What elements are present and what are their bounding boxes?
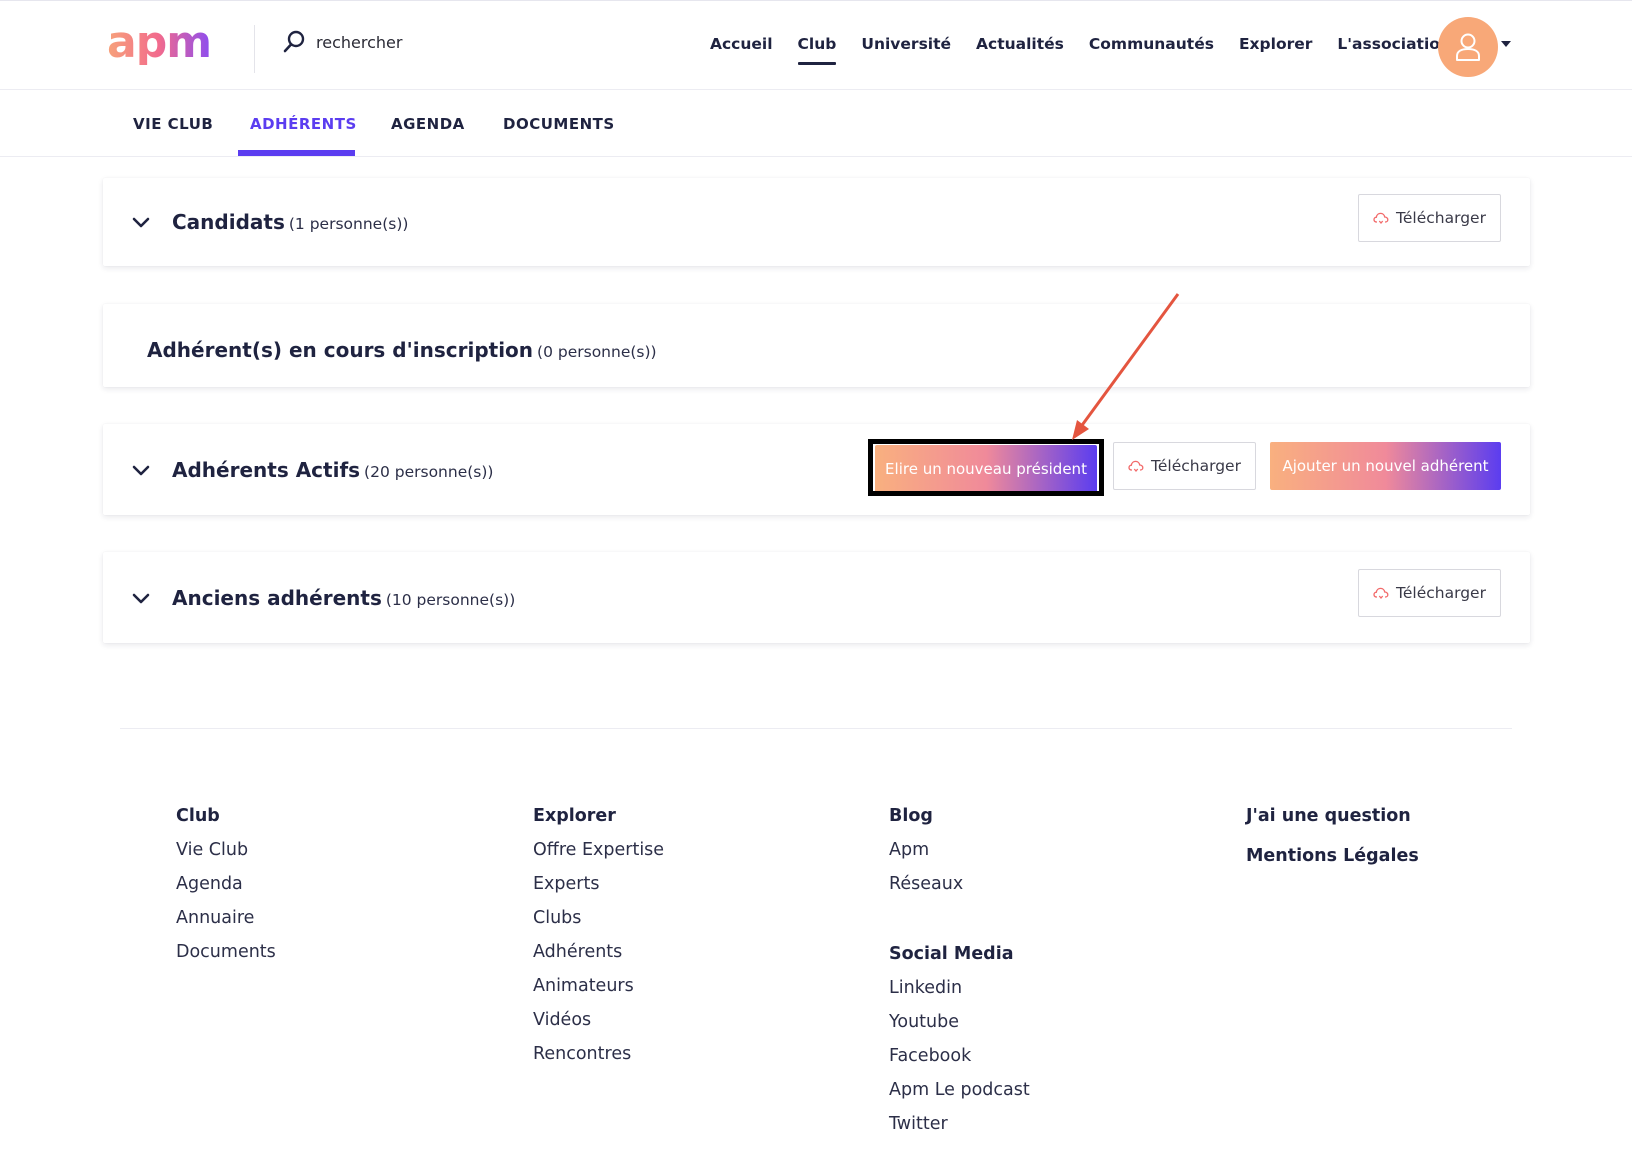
tab-agenda[interactable]: AGENDA	[391, 115, 465, 133]
chevron-down-icon[interactable]	[1501, 41, 1511, 47]
section-count: (20 personne(s))	[364, 463, 494, 481]
footer-legal-link[interactable]: Mentions Légales	[1246, 846, 1419, 880]
footer-link[interactable]: Adhérents	[533, 942, 664, 976]
tab-documents[interactable]: DOCUMENTS	[503, 115, 615, 133]
active-tab-indicator	[238, 150, 355, 156]
download-button[interactable]: Télécharger	[1358, 194, 1501, 242]
footer-link[interactable]: Animateurs	[533, 976, 664, 1010]
footer-link[interactable]: Clubs	[533, 908, 664, 942]
download-label: Télécharger	[1151, 457, 1241, 475]
section-count: (1 personne(s))	[288, 215, 409, 233]
footer-col-info: J'ai une question Mentions Légales	[1246, 806, 1419, 880]
footer-question-link[interactable]: J'ai une question	[1246, 806, 1419, 846]
footer-link[interactable]: Linkedin	[889, 978, 1030, 1012]
footer-link[interactable]: Experts	[533, 874, 664, 908]
search-input[interactable]: rechercher	[316, 33, 402, 52]
footer-divider	[120, 728, 1512, 729]
chevron-down-icon[interactable]	[131, 464, 151, 478]
section-title-text: Anciens adhérents	[172, 586, 382, 610]
nav-communautes[interactable]: Communautés	[1089, 35, 1214, 65]
user-icon	[1456, 33, 1480, 61]
nav-universite[interactable]: Université	[861, 35, 951, 65]
footer-heading: Social Media	[889, 944, 1014, 964]
search-icon	[283, 30, 305, 53]
footer-link[interactable]: Vie Club	[176, 840, 276, 874]
add-member-button[interactable]: Ajouter un nouvel adhérent	[1270, 442, 1501, 490]
top-header: apm rechercher Accueil Club Université A…	[0, 0, 1632, 90]
apm-logo[interactable]: apm	[107, 21, 212, 65]
footer-link[interactable]: Vidéos	[533, 1010, 664, 1044]
footer-col-club: Club Vie Club Agenda Annuaire Documents	[176, 806, 276, 976]
section-count: (10 personne(s))	[385, 591, 516, 609]
footer-heading: Explorer	[533, 806, 616, 826]
section-anciens: Anciens adhérents (10 personne(s)) Téléch…	[103, 552, 1530, 643]
download-label: Télécharger	[1396, 209, 1486, 227]
download-button[interactable]: Télécharger	[1113, 442, 1256, 490]
footer-spacer	[889, 908, 1030, 944]
tab-adherents[interactable]: ADHÉRENTS	[250, 115, 357, 133]
footer-link[interactable]: Agenda	[176, 874, 276, 908]
section-title: Adhérent(s) en cours d'inscription (0 per…	[147, 338, 657, 362]
footer-heading: Blog	[889, 806, 933, 826]
section-title: Candidats (1 personne(s))	[172, 210, 408, 234]
section-title: Adhérents Actifs (20 personne(s))	[172, 458, 493, 482]
footer-link[interactable]: Facebook	[889, 1046, 1030, 1080]
footer-link[interactable]: Documents	[176, 942, 276, 976]
footer-link[interactable]: Youtube	[889, 1012, 1030, 1046]
section-title: Anciens adhérents (10 personne(s))	[172, 586, 515, 610]
section-en-cours: Adhérent(s) en cours d'inscription (0 per…	[103, 304, 1530, 387]
cloud-download-icon	[1373, 587, 1389, 600]
section-count: (0 personne(s))	[537, 343, 657, 361]
section-candidats: Candidats (1 personne(s)) Télécharger	[103, 178, 1530, 266]
section-actifs: Adhérents Actifs (20 personne(s)) Elire u…	[103, 424, 1530, 515]
nav-actualites[interactable]: Actualités	[976, 35, 1064, 65]
footer-link[interactable]: Annuaire	[176, 908, 276, 942]
search-box[interactable]: rechercher	[282, 29, 402, 55]
footer-col-explorer: Explorer Offre Expertise Experts Clubs A…	[533, 806, 664, 1078]
cloud-download-icon	[1373, 212, 1389, 225]
footer-link[interactable]: Apm	[889, 840, 1030, 874]
chevron-down-icon[interactable]	[131, 592, 151, 606]
footer-link[interactable]: Twitter	[889, 1114, 1030, 1148]
footer-link[interactable]: Apm Le podcast	[889, 1080, 1030, 1114]
nav-explorer[interactable]: Explorer	[1239, 35, 1312, 65]
club-subtabs: VIE CLUB ADHÉRENTS AGENDA DOCUMENTS	[0, 90, 1632, 157]
chevron-down-icon[interactable]	[131, 216, 151, 230]
user-avatar[interactable]	[1438, 17, 1498, 77]
nav-association[interactable]: L'association	[1337, 35, 1451, 65]
main-nav: Accueil Club Université Actualités Commu…	[710, 35, 1476, 65]
section-title-text: Candidats	[172, 210, 285, 234]
header-divider	[254, 25, 255, 73]
annotation-highlight-box	[868, 439, 1104, 496]
section-title-text: Adhérent(s) en cours d'inscription	[147, 338, 534, 362]
footer-col-blog: Blog Apm Réseaux Social Media Linkedin Y…	[889, 806, 1030, 1148]
download-button[interactable]: Télécharger	[1358, 569, 1501, 617]
footer-link[interactable]: Réseaux	[889, 874, 1030, 908]
nav-accueil[interactable]: Accueil	[710, 35, 773, 65]
cloud-download-icon	[1128, 460, 1144, 473]
tab-vie-club[interactable]: VIE CLUB	[133, 115, 213, 133]
section-title-text: Adhérents Actifs	[172, 458, 361, 482]
footer-heading: Club	[176, 806, 220, 826]
footer-link[interactable]: Offre Expertise	[533, 840, 664, 874]
download-label: Télécharger	[1396, 584, 1486, 602]
footer-link[interactable]: Rencontres	[533, 1044, 664, 1078]
nav-club[interactable]: Club	[797, 35, 836, 65]
